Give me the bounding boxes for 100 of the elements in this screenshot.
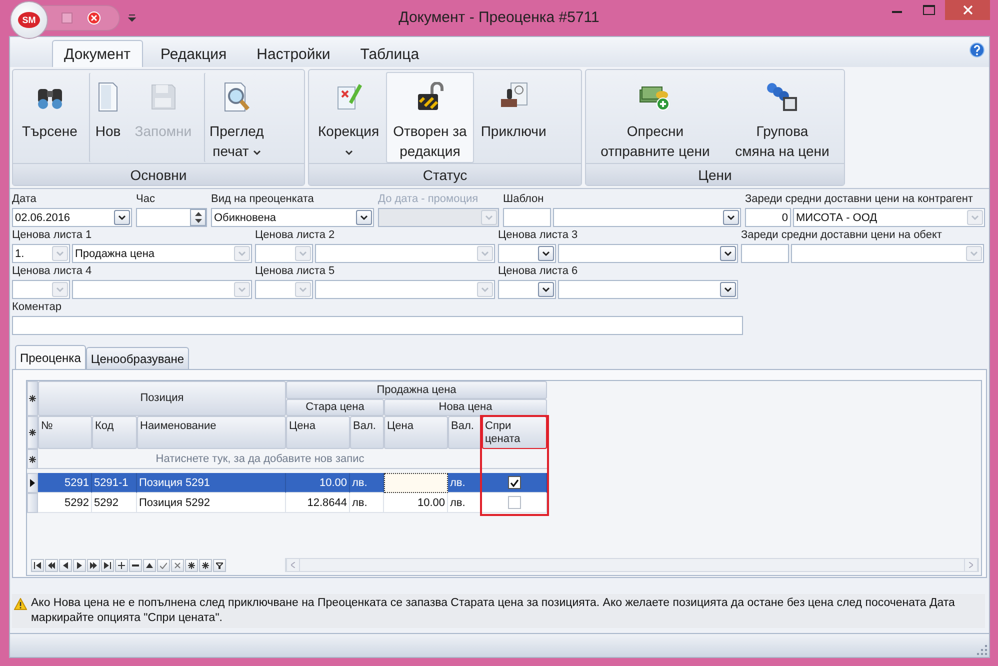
combo-field[interactable]	[12, 280, 70, 299]
row-indicator[interactable]	[27, 416, 38, 449]
combo-field[interactable]: МИСОТА - ООД	[793, 208, 985, 227]
dropdown-button[interactable]	[356, 210, 372, 225]
field-label: Час	[136, 193, 156, 206]
column-header[interactable]: №	[38, 416, 92, 449]
column-header[interactable]: Цена	[384, 416, 448, 449]
ribbon-tab[interactable]: Таблица	[348, 40, 432, 67]
combo-field[interactable]	[558, 244, 738, 263]
field-label: Ценова листа 2	[255, 229, 336, 242]
text-field[interactable]	[741, 244, 789, 263]
row-indicator[interactable]	[27, 381, 38, 416]
chevron-down-icon	[970, 250, 978, 256]
navigator-button[interactable]	[73, 558, 86, 572]
column-header[interactable]: Цена	[286, 416, 350, 449]
help-icon[interactable]	[969, 42, 985, 58]
ribbon-button[interactable]: Отворен за редакция	[386, 72, 474, 163]
combo-field[interactable]: Обикновена	[211, 208, 374, 227]
column-header[interactable]: Вал.	[350, 416, 384, 449]
field-label: Зареди средни доставни цени на обект	[741, 229, 943, 242]
combo-field[interactable]	[255, 280, 313, 299]
combo-field[interactable]: 02.06.2016	[12, 208, 132, 227]
combo-field[interactable]	[315, 280, 495, 299]
band-header: Продажна цена	[286, 381, 547, 399]
navigator-button[interactable]	[31, 558, 44, 572]
combo-field[interactable]	[558, 280, 738, 299]
navigator-button[interactable]	[45, 558, 58, 572]
time-field[interactable]	[136, 208, 207, 227]
row-indicator[interactable]	[27, 473, 38, 493]
navigator-button[interactable]	[87, 558, 100, 572]
combo-field[interactable]	[553, 208, 741, 227]
horizontal-scrollbar[interactable]	[285, 558, 979, 572]
padlock-icon	[416, 82, 444, 112]
combo-field[interactable]	[791, 244, 984, 263]
combo-field[interactable]	[72, 280, 252, 299]
band-header: Позиция	[38, 381, 286, 416]
row-indicator[interactable]	[27, 449, 38, 469]
ribbon-button[interactable]: Нов	[88, 72, 128, 163]
ribbon-button[interactable]: Приключи	[474, 72, 554, 163]
page-tab[interactable]: Преоценка	[15, 345, 86, 369]
navigator-button[interactable]	[213, 558, 226, 572]
warning-icon	[14, 598, 27, 610]
chevron-down-icon	[727, 214, 735, 220]
navigator-button[interactable]	[101, 558, 114, 572]
field-label: До дата - промоция	[378, 193, 480, 206]
dropdown-button[interactable]	[538, 282, 554, 297]
asterisk-icon	[188, 562, 195, 568]
checkmark-icon	[160, 562, 167, 568]
number-field[interactable]: 0	[745, 208, 791, 227]
ribbon-button[interactable]: Опресни отправните цени	[594, 72, 717, 163]
dropdown-button[interactable]	[538, 246, 554, 261]
combo-field[interactable]: Продажна цена	[72, 244, 252, 263]
close-icon[interactable]	[87, 11, 101, 25]
navigator-button[interactable]	[129, 558, 142, 572]
column-header[interactable]: Код	[92, 416, 137, 449]
combo-field[interactable]	[498, 280, 556, 299]
combo-field[interactable]	[255, 244, 313, 263]
column-header[interactable]: Спри цената	[482, 416, 547, 449]
navigator-button[interactable]	[199, 558, 212, 572]
cell-editor[interactable]	[384, 473, 448, 493]
checkbox[interactable]	[508, 496, 520, 509]
spin-button[interactable]	[190, 209, 206, 226]
combo-field[interactable]	[498, 244, 556, 263]
previous-page-icon	[48, 562, 55, 568]
checkbox[interactable]	[508, 476, 520, 489]
checkmark-icon	[510, 478, 518, 486]
comment-field[interactable]	[12, 316, 743, 335]
table-cell: 10.00	[384, 493, 448, 513]
combo-field[interactable]	[315, 244, 495, 263]
column-header[interactable]: Наименование	[137, 416, 286, 449]
dropdown-button[interactable]	[720, 246, 736, 261]
ribbon-button[interactable]: Групова смяна на цени	[728, 72, 836, 163]
ribbon-button[interactable]: Търсене	[15, 72, 84, 163]
chevron-down-icon	[724, 250, 732, 256]
dropdown-button[interactable]	[720, 282, 736, 297]
up-triangle-icon	[146, 562, 153, 568]
close-button[interactable]	[945, 0, 990, 20]
combo-field[interactable]: 1.	[12, 244, 70, 263]
table-cell: лв.	[350, 473, 384, 493]
ribbon-button[interactable]: Преглед печат	[202, 72, 271, 163]
new-row-hint[interactable]: Натиснете тук, за да добавите нов запис	[38, 449, 482, 469]
close-icon	[962, 5, 972, 15]
dropdown-button[interactable]	[723, 210, 739, 225]
ribbon-tab[interactable]: Документ	[52, 40, 143, 67]
page-tab[interactable]: Ценообразуване	[86, 347, 190, 369]
dropdown-button[interactable]	[114, 210, 130, 225]
customize-menu-icon[interactable]	[128, 14, 136, 22]
navigator-button[interactable]	[59, 558, 72, 572]
navigator-button[interactable]	[115, 558, 128, 572]
chevron-down-icon	[360, 214, 368, 220]
navigator-button[interactable]	[143, 558, 156, 572]
resize-grip-icon[interactable]	[977, 645, 987, 655]
ribbon-tab[interactable]: Настройки	[244, 40, 342, 67]
text-field[interactable]	[503, 208, 551, 227]
ribbon-button[interactable]: Корекция	[311, 72, 386, 163]
app-logo[interactable]: SM	[10, 1, 48, 39]
ribbon-tab[interactable]: Редакция	[148, 40, 239, 67]
column-header[interactable]: Вал.	[448, 416, 482, 449]
asterisk-icon	[29, 456, 36, 462]
navigator-button[interactable]	[185, 558, 198, 572]
